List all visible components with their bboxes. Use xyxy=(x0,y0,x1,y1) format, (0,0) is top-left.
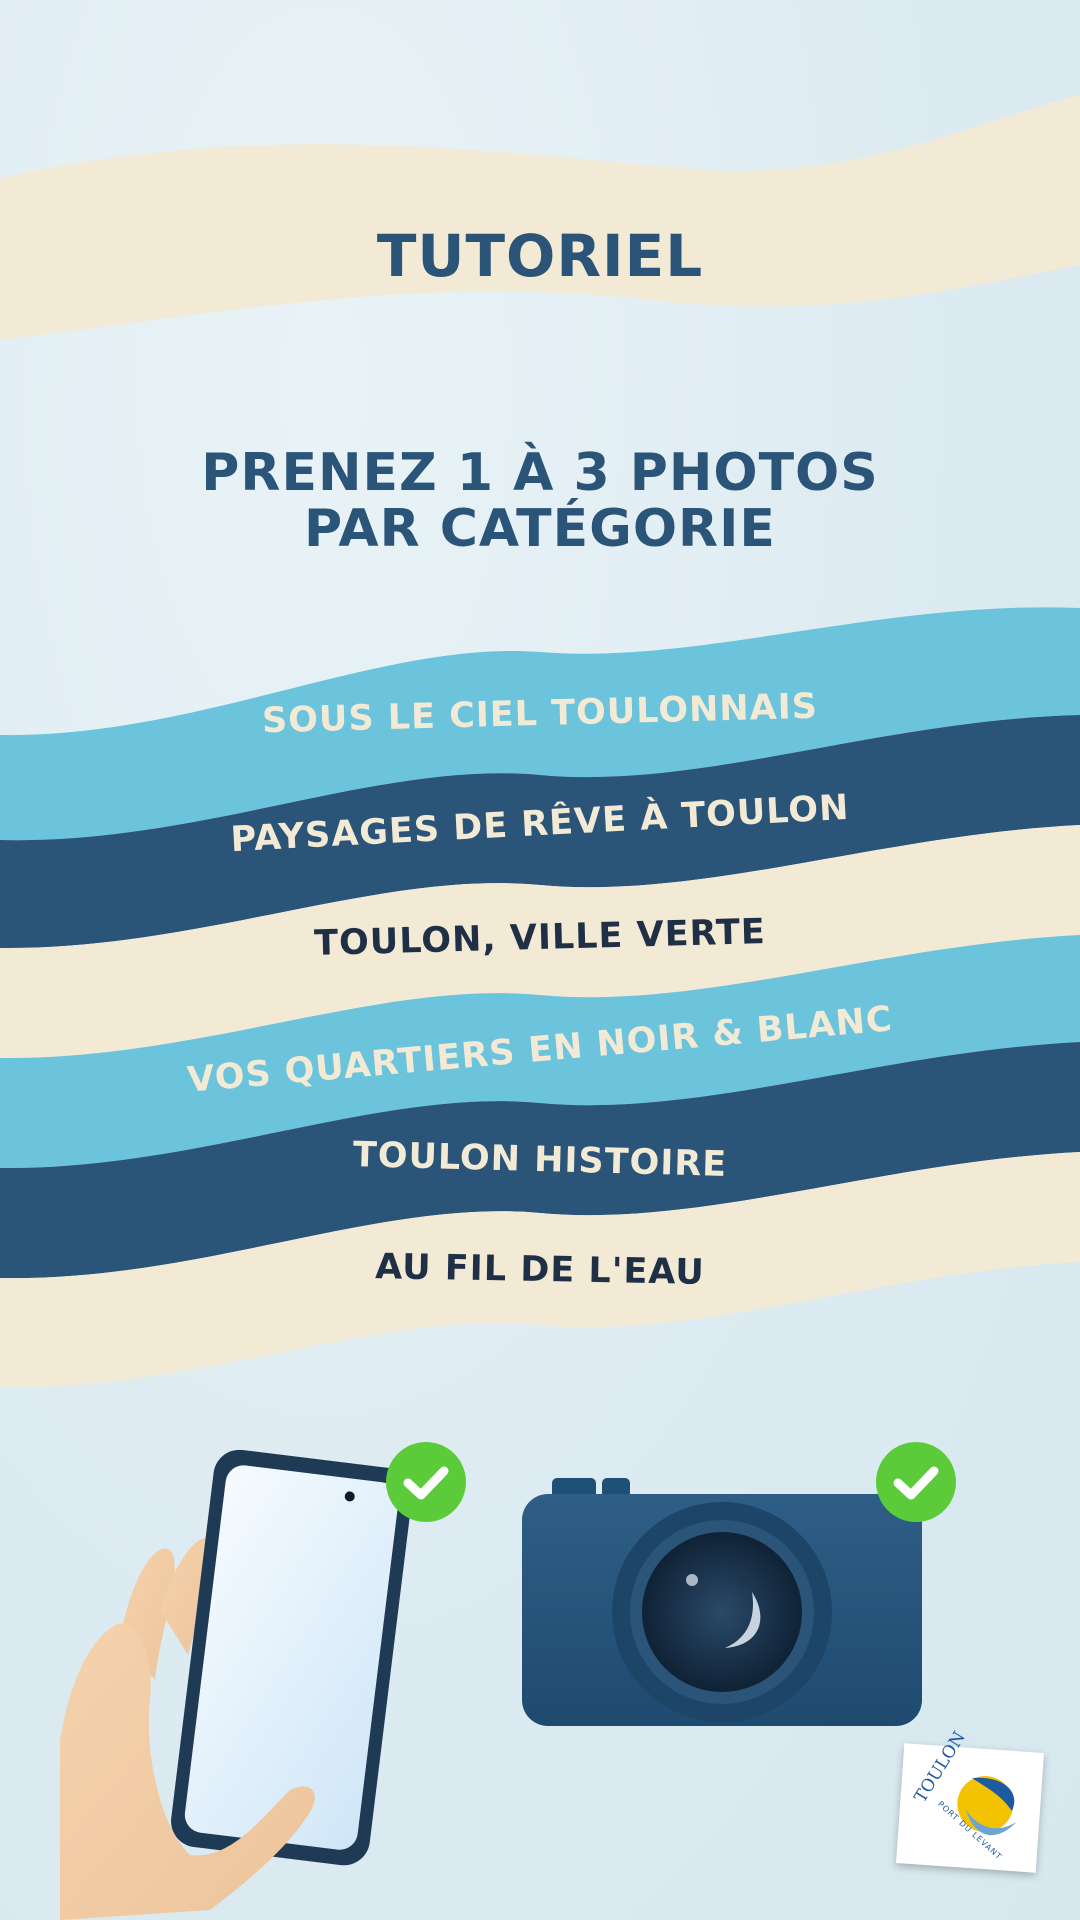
title-band xyxy=(0,95,1080,340)
instruction-line-2: par catégorie xyxy=(304,499,776,559)
camera-illustration xyxy=(520,1470,930,1735)
instruction-line-1: Prenez 1 à 3 photos xyxy=(201,443,879,503)
tutorial-title: Tutoriel xyxy=(376,222,704,290)
camera-icon xyxy=(522,1478,922,1726)
camera-check-icon xyxy=(876,1442,956,1522)
instruction-heading: Prenez 1 à 3 photos par catégorie xyxy=(0,445,1080,557)
toulon-logo: TOULON PORT DU LEVANT xyxy=(895,1728,1045,1873)
tutorial-page: Tutoriel Prenez 1 à 3 photos par catégor… xyxy=(0,0,1080,1920)
toulon-emblem-icon xyxy=(957,1776,1018,1836)
phone-check-icon xyxy=(386,1442,466,1522)
